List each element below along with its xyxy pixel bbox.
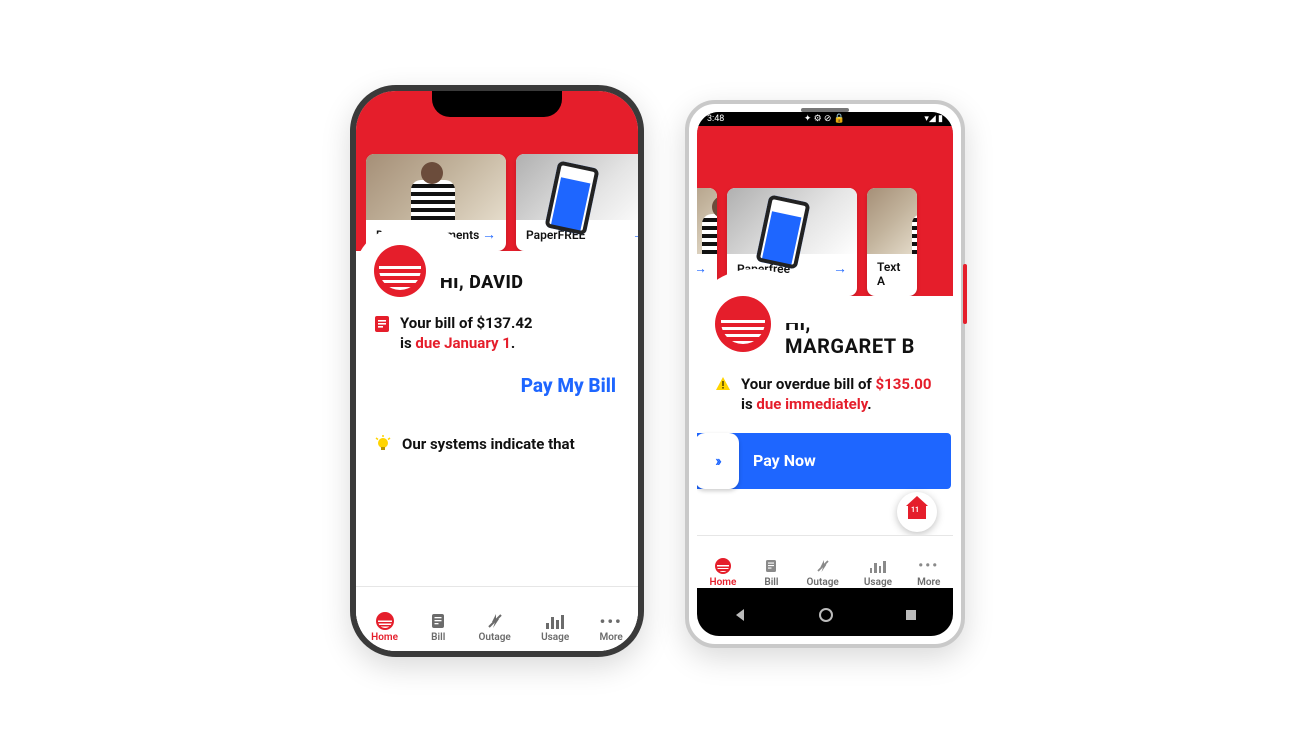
ios-sheet: HI, DAVID Your bill of $137.42 is due Ja… xyxy=(356,251,638,651)
pay-now-button[interactable]: ›› Pay Now xyxy=(697,433,951,489)
promo-image xyxy=(516,154,638,220)
tab-more[interactable]: ••• More xyxy=(917,557,940,588)
more-icon: ••• xyxy=(919,557,939,575)
stage: Deferred Payments → PaperFREE → xyxy=(0,0,1305,734)
tab-more[interactable]: ••• More xyxy=(600,612,623,643)
house-icon: 11 xyxy=(908,505,926,519)
android-speaker xyxy=(801,108,849,112)
greeting-text: HI, DAVID xyxy=(440,272,523,293)
iphone-frame: Deferred Payments → PaperFREE → xyxy=(350,85,644,657)
android-greeting-row: Hi,MARGARET B xyxy=(697,296,953,362)
ios-tabbar: Home Bill Outage Usage •• xyxy=(356,586,638,651)
ios-bill-line: Your bill of $137.42 is due January 1. xyxy=(356,301,638,358)
arrow-right-icon: → xyxy=(697,260,707,277)
tab-usage[interactable]: Usage xyxy=(864,557,892,588)
nav-recent-icon[interactable] xyxy=(904,608,918,622)
lightbulb-icon xyxy=(374,435,392,453)
bill-text: Your bill of $137.42 is due January 1. xyxy=(400,313,533,354)
home-icon xyxy=(713,557,733,575)
promo-card-partial-left[interactable]: n→ xyxy=(697,188,717,296)
arrow-right-icon: → xyxy=(632,226,638,243)
outage-icon xyxy=(813,557,833,575)
android-tabbar: Home Bill Outage Usage xyxy=(697,535,953,588)
android-app: n→ Paperfree→ Text A xyxy=(697,126,953,588)
status-text: Our systems indicate that xyxy=(402,435,575,453)
tab-bill[interactable]: Bill xyxy=(761,557,781,588)
usage-icon xyxy=(868,557,888,575)
home-fab-button[interactable]: 11 xyxy=(897,492,937,532)
arrow-right-icon: → xyxy=(833,260,847,277)
ios-status-line: Our systems indicate that xyxy=(356,407,638,453)
tab-outage[interactable]: Outage xyxy=(479,612,511,643)
bill-icon xyxy=(761,557,781,575)
bill-icon xyxy=(374,315,390,333)
usage-icon xyxy=(545,612,565,630)
home-icon xyxy=(375,612,395,630)
promo-card-paperfree[interactable]: PaperFREE → xyxy=(516,154,638,251)
iphone-notch xyxy=(432,91,562,117)
promo-image xyxy=(697,188,717,254)
android-sheet: Hi,MARGARET B Your overdue bill of $135.… xyxy=(697,296,953,588)
bill-text: Your overdue bill of $135.00 is due imme… xyxy=(741,374,933,415)
tab-home[interactable]: Home xyxy=(710,557,737,588)
tab-home[interactable]: Home xyxy=(371,612,398,643)
tab-bill[interactable]: Bill xyxy=(428,612,448,643)
android-screen: 3:48 ✦ ⚙ ⊘ 🔒 ▾◢ ▮ n→ Paperfree→ xyxy=(697,112,953,636)
arrow-right-icon: → xyxy=(482,226,496,243)
nav-home-icon[interactable] xyxy=(818,607,834,623)
android-bill-line: Your overdue bill of $135.00 is due imme… xyxy=(697,362,953,419)
android-frame: 3:48 ✦ ⚙ ⊘ 🔒 ▾◢ ▮ n→ Paperfree→ xyxy=(685,100,965,648)
promo-image xyxy=(366,154,506,220)
warning-icon xyxy=(715,376,731,392)
more-icon: ••• xyxy=(601,612,621,630)
greeting-text: Hi,MARGARET B xyxy=(785,312,915,358)
tab-outage[interactable]: Outage xyxy=(807,557,839,588)
brand-logo-icon xyxy=(374,245,426,297)
status-signal: ▾◢ ▮ xyxy=(924,114,943,124)
pay-my-bill-link[interactable]: Pay My Bill xyxy=(356,358,638,407)
promo-card-partial-right[interactable]: Text A xyxy=(867,188,917,296)
status-time: 3:48 xyxy=(707,114,724,124)
android-navbar xyxy=(697,594,953,636)
tab-usage[interactable]: Usage xyxy=(541,612,569,643)
android-statusbar: 3:48 ✦ ⚙ ⊘ 🔒 ▾◢ ▮ xyxy=(697,112,953,126)
fab-badge: 11 xyxy=(911,506,919,514)
iphone-screen: Deferred Payments → PaperFREE → xyxy=(356,91,638,651)
pay-now-label: Pay Now xyxy=(753,451,816,470)
outage-icon xyxy=(485,612,505,630)
status-indicators: ✦ ⚙ ⊘ 🔒 xyxy=(804,114,845,124)
chevron-right-icon: ›› xyxy=(697,433,739,489)
promo-image xyxy=(867,188,917,254)
ios-greeting-row: HI, DAVID xyxy=(356,251,638,301)
brand-logo-icon xyxy=(715,296,771,352)
bill-icon xyxy=(428,612,448,630)
promo-image xyxy=(727,188,857,254)
nav-back-icon[interactable] xyxy=(732,607,748,623)
